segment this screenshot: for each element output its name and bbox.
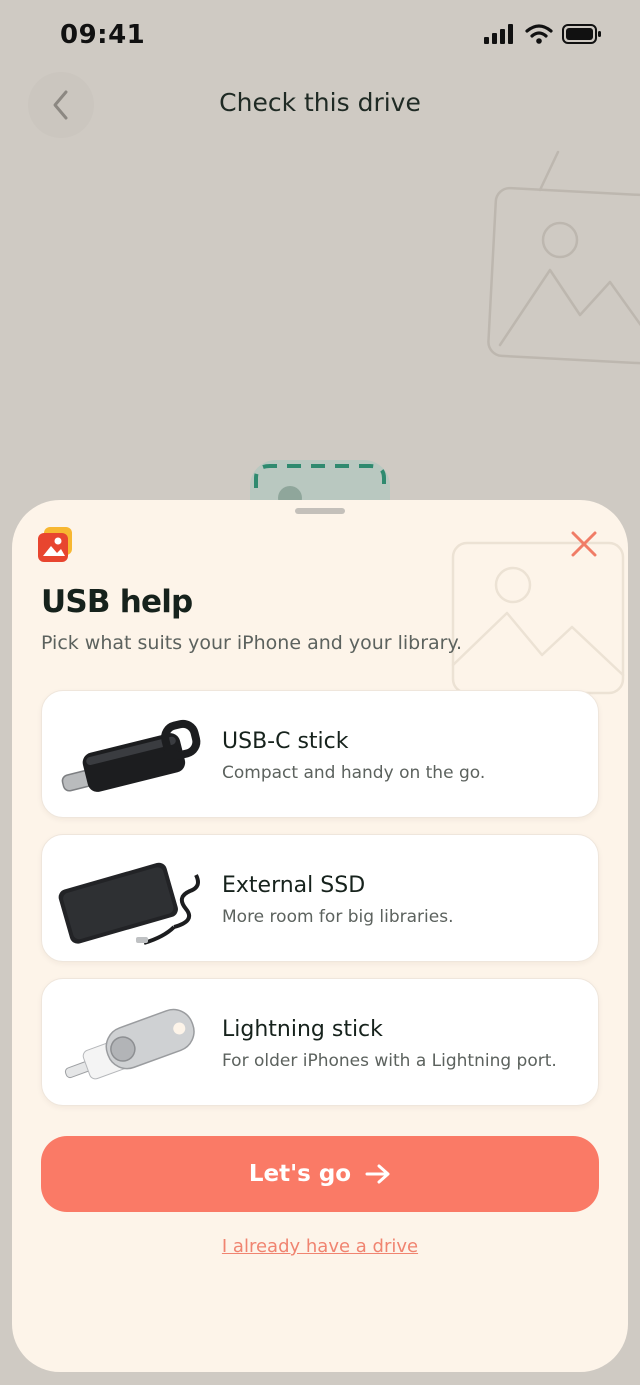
sheet-handle[interactable] <box>295 508 345 514</box>
status-time: 09:41 <box>60 20 146 50</box>
external-ssd-image <box>58 862 200 945</box>
close-button[interactable] <box>565 525 603 563</box>
option-lightning-stick[interactable]: Lightning stick For older iPhones with a… <box>41 978 599 1106</box>
sheet-title: USB help <box>41 584 193 620</box>
option-usb-c-stick[interactable]: USB-C stick Compact and handy on the go. <box>41 690 599 818</box>
already-have-drive-link[interactable]: I already have a drive <box>12 1236 628 1257</box>
status-bar: 09:41 <box>0 0 640 72</box>
usb-c-stick-image <box>61 719 201 792</box>
option-description: Compact and handy on the go. <box>222 763 486 783</box>
lets-go-label: Let's go <box>248 1161 352 1187</box>
option-label: Lightning stick <box>222 1017 383 1042</box>
option-label: USB-C stick <box>222 729 349 754</box>
close-icon <box>571 531 597 557</box>
signal-icon <box>484 24 513 44</box>
wifi-icon <box>525 24 553 44</box>
sheet-subtitle: Pick what suits your iPhone and your lib… <box>41 632 463 654</box>
battery-icon <box>562 24 601 44</box>
status-icons <box>484 24 602 44</box>
page-title: Check this drive <box>219 88 421 117</box>
app-logo-icon <box>38 527 72 562</box>
usb-help-sheet: USB help Pick what suits your iPhone and… <box>12 500 628 1372</box>
option-external-ssd[interactable]: External SSD More room for big libraries… <box>41 834 599 962</box>
photo-illustration-icon <box>487 150 640 366</box>
lightning-stick-image <box>64 1008 195 1080</box>
option-label: External SSD <box>222 873 366 898</box>
lets-go-button[interactable]: Let's go <box>41 1136 599 1212</box>
option-description: More room for big libraries. <box>222 907 454 927</box>
arrow-right-icon <box>365 1164 390 1184</box>
option-description: For older iPhones with a Lightning port. <box>222 1051 557 1071</box>
